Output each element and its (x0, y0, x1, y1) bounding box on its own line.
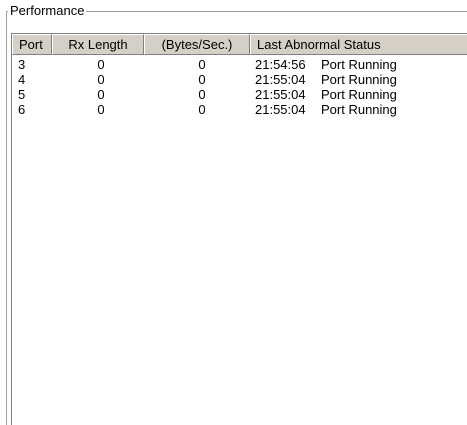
column-header-last-abnormal-status[interactable]: Last Abnormal Status (250, 34, 467, 55)
column-header-port[interactable]: Port (12, 34, 52, 55)
performance-panel: Performance Port Rx Length (Bytes/Sec.) … (0, 0, 467, 425)
status-time: 21:54:56 (255, 57, 306, 72)
cell-bytes-per-sec: 0 (198, 87, 206, 102)
cell-last-abnormal-status: 21:55:04 Port Running (250, 72, 467, 87)
cell-port: 3 (18, 57, 26, 72)
table-row[interactable]: 6 0 0 21:55:04 Port Running (12, 102, 467, 117)
cell-rx-length: 0 (97, 102, 105, 117)
status-time: 21:55:04 (255, 87, 306, 102)
cell-bytes-per-sec: 0 (198, 102, 206, 117)
list-rows: 3 0 0 21:54:56 Port Running 4 0 0 21:55:0… (12, 57, 467, 117)
status-text: Port Running (321, 72, 397, 87)
cell-last-abnormal-status: 21:55:04 Port Running (250, 87, 467, 102)
cell-rx-length: 0 (97, 72, 105, 87)
cell-port: 6 (18, 102, 26, 117)
port-list-view[interactable]: Port Rx Length (Bytes/Sec.) Last Abnorma… (11, 33, 467, 425)
cell-last-abnormal-status: 21:54:56 Port Running (250, 57, 467, 72)
groupbox-title: Performance (8, 3, 87, 18)
column-header-bytes-per-sec[interactable]: (Bytes/Sec.) (144, 34, 250, 55)
cell-port: 5 (18, 87, 26, 102)
cell-last-abnormal-status: 21:55:04 Port Running (250, 102, 467, 117)
cell-bytes-per-sec: 0 (198, 57, 206, 72)
status-time: 21:55:04 (255, 102, 306, 117)
status-time: 21:55:04 (255, 72, 306, 87)
status-text: Port Running (321, 57, 397, 72)
list-header: Port Rx Length (Bytes/Sec.) Last Abnorma… (12, 33, 467, 55)
cell-rx-length: 0 (97, 57, 105, 72)
status-text: Port Running (321, 102, 397, 117)
table-row[interactable]: 5 0 0 21:55:04 Port Running (12, 87, 467, 102)
table-row[interactable]: 4 0 0 21:55:04 Port Running (12, 72, 467, 87)
table-row[interactable]: 3 0 0 21:54:56 Port Running (12, 57, 467, 72)
column-header-rx-length[interactable]: Rx Length (52, 34, 144, 55)
cell-port: 4 (18, 72, 26, 87)
cell-bytes-per-sec: 0 (198, 72, 206, 87)
cell-rx-length: 0 (97, 87, 105, 102)
status-text: Port Running (321, 87, 397, 102)
